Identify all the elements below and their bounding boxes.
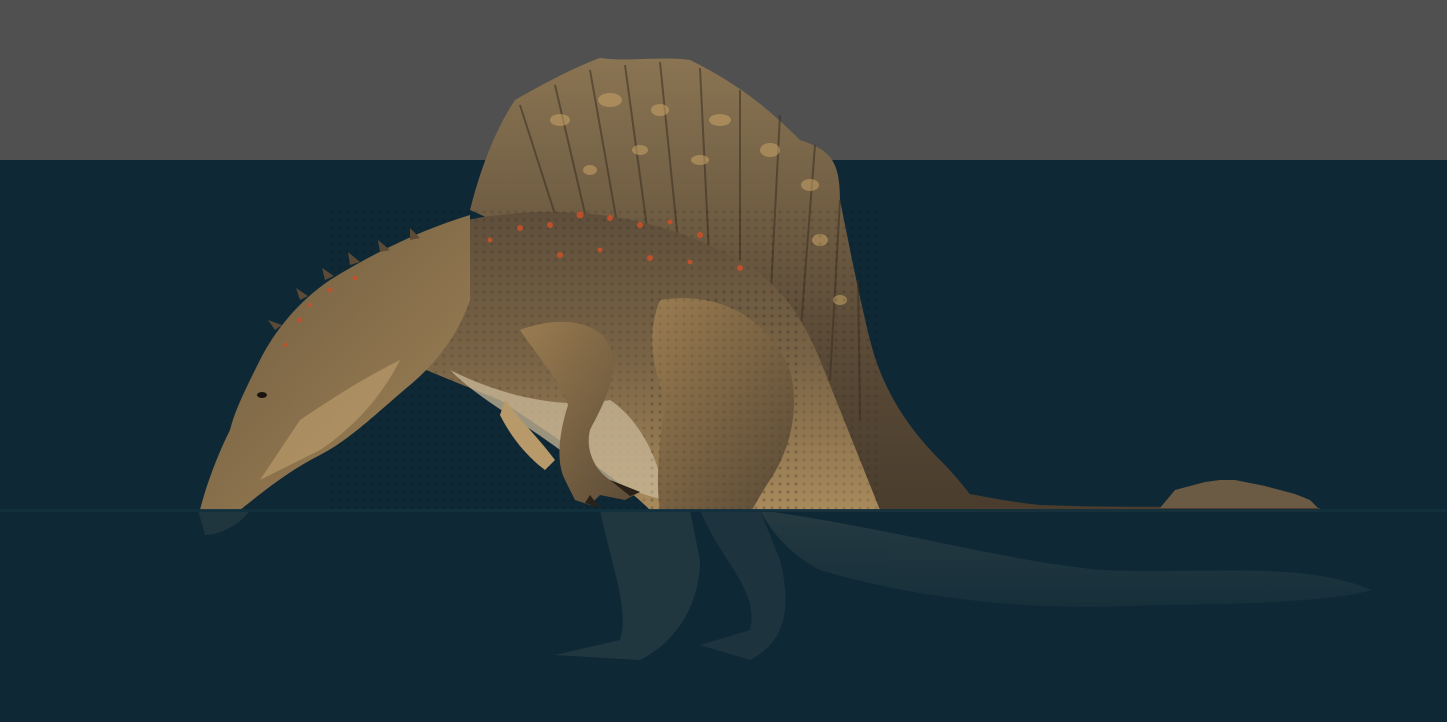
eye-icon (257, 392, 267, 398)
hindlimb-icon (650, 290, 800, 510)
submerged-body-icon (198, 510, 1372, 660)
spinosaurus-model-icon[interactable] (0, 0, 1447, 722)
water-surface-line (0, 509, 1447, 512)
3d-viewport[interactable] (0, 0, 1447, 722)
